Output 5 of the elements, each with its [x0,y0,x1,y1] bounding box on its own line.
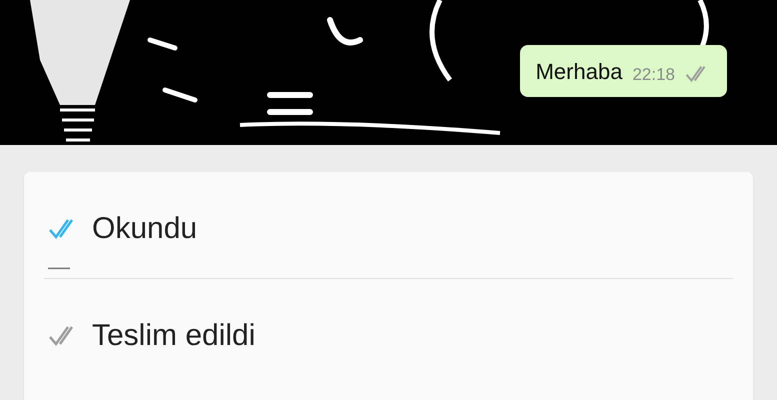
message-text: Merhaba [536,59,622,85]
status-label: Okundu [92,212,198,246]
message-time: 22:18 [632,65,675,85]
status-label: Teslim edildi [92,319,256,353]
status-value: — [48,254,71,280]
